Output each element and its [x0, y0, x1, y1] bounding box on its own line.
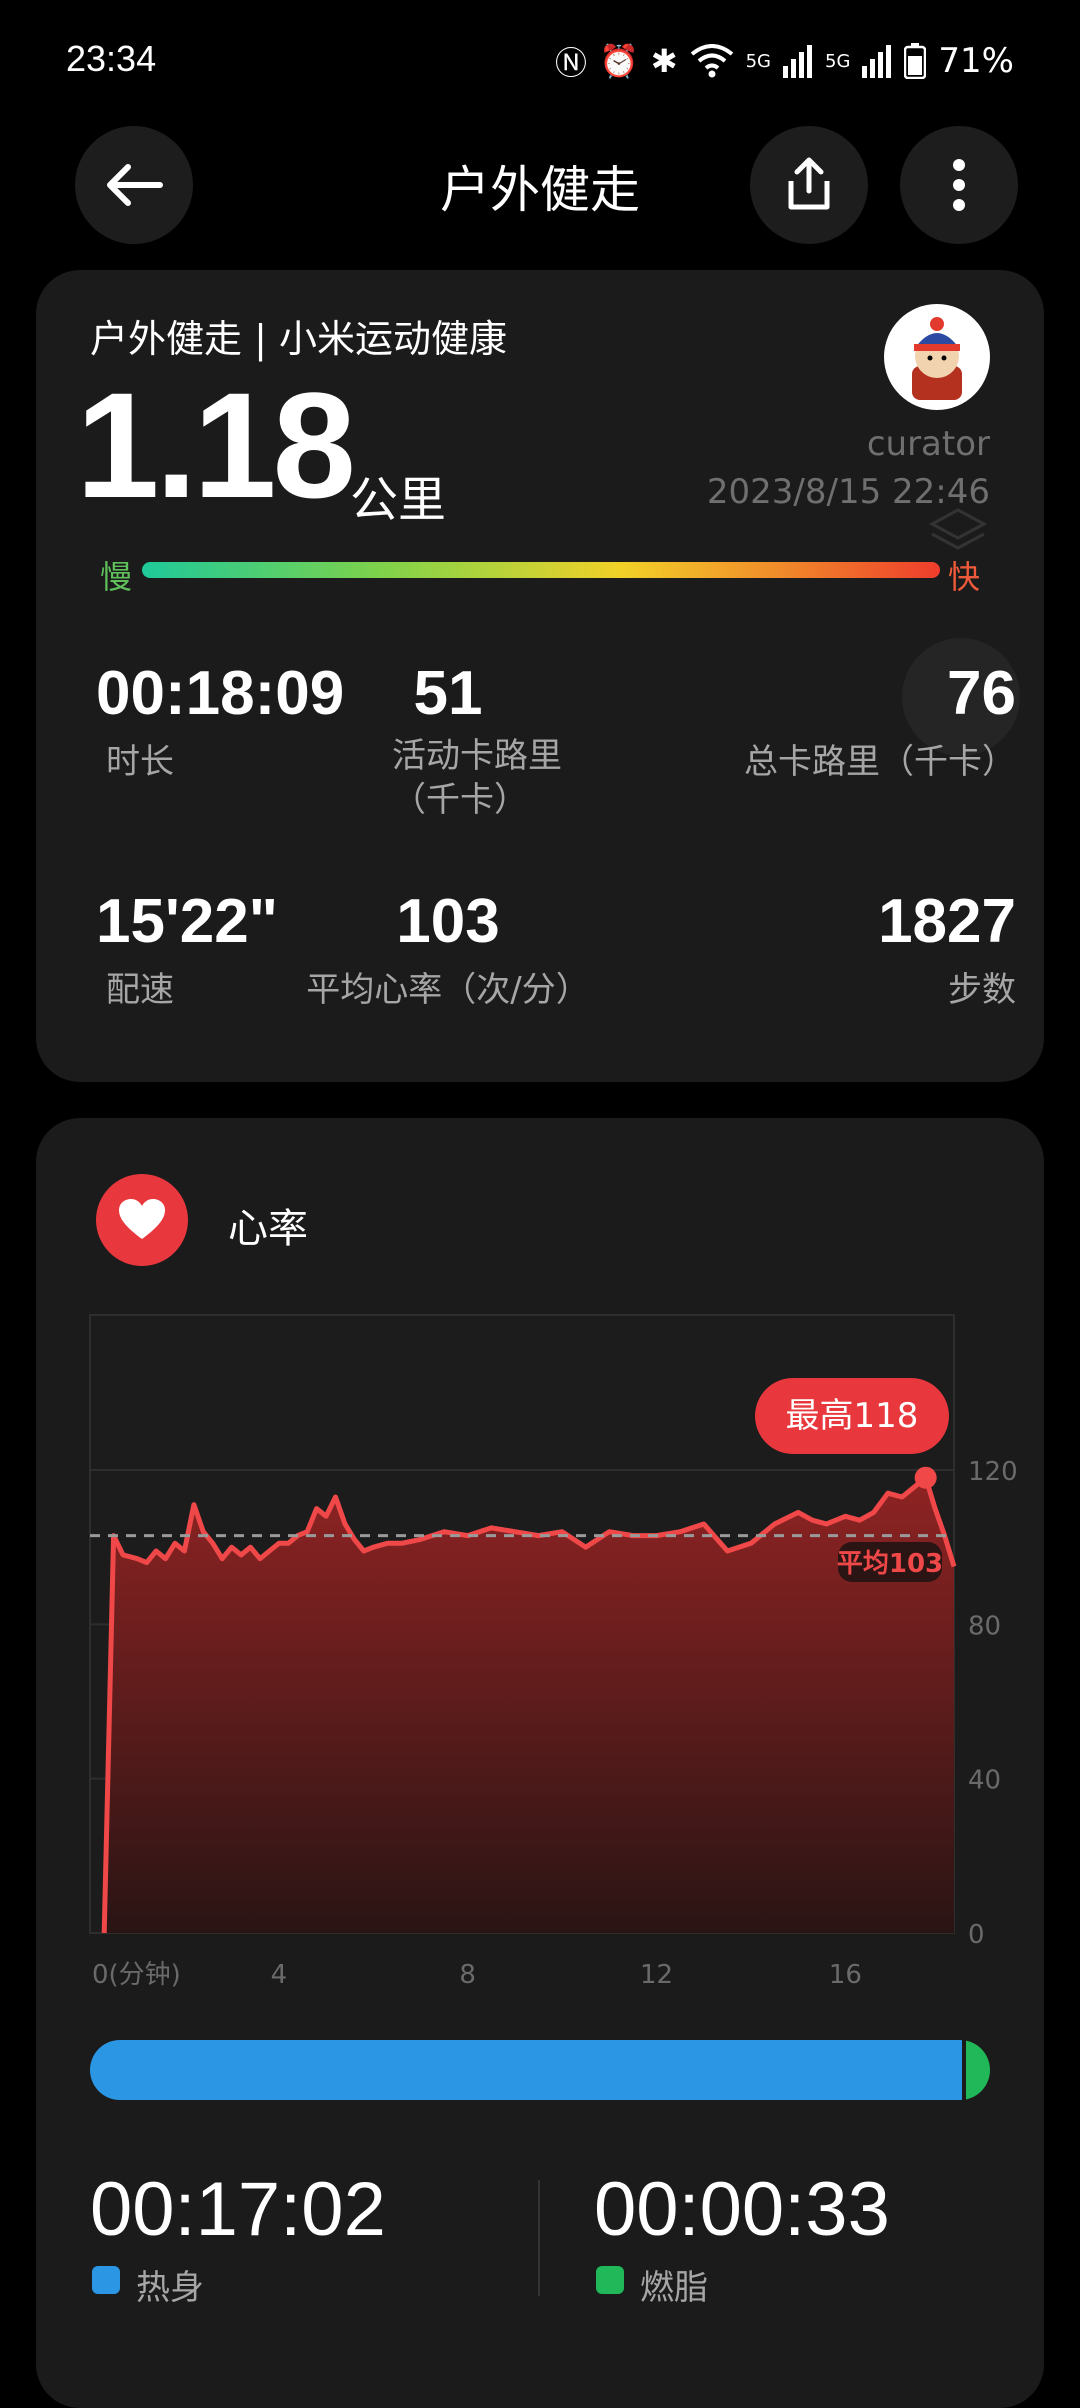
- distance-value: 1.18: [76, 361, 356, 529]
- stat-avg-hr-label: 平均心率（次/分）: [306, 970, 590, 1010]
- max-point: [914, 1466, 937, 1489]
- stat-active-cal-label: 活动卡路里（千卡）: [392, 736, 562, 820]
- heart-badge: [96, 1174, 188, 1266]
- stat-pace-label: 配速: [106, 970, 174, 1010]
- x-tick-label: 0(分钟): [92, 1960, 181, 1990]
- zone-fatburn-label: 燃脂: [640, 2268, 708, 2308]
- y-tick-label: 0: [968, 1920, 985, 1950]
- avg-label: 平均103: [837, 1549, 943, 1579]
- avg-badge: 平均103: [837, 1542, 943, 1582]
- x-tick-label: 12: [640, 1960, 673, 1990]
- heart-rate-title: 心率: [228, 1206, 308, 1252]
- share-icon: [788, 157, 830, 210]
- y-tick-label: 80: [968, 1611, 1001, 1641]
- status-icons: Ⓝ ⏰ ✱ 5G 5G 71%: [555, 38, 1014, 84]
- zone-fatburn-time: 00:00:33: [594, 2167, 890, 2252]
- stat-pace-value: 15'22": [96, 887, 279, 956]
- layers-icon: [928, 508, 988, 550]
- status-time: 23:34: [66, 38, 157, 79]
- zone-warmup-label: 热身: [136, 2268, 204, 2308]
- max-label: 最高118: [786, 1396, 919, 1436]
- wifi-icon: [690, 44, 733, 78]
- stat-avg-hr-value: 103: [396, 887, 500, 956]
- battery-level: 71%: [938, 41, 1014, 81]
- stat-active-cal-value: 51: [413, 659, 483, 728]
- more-options-button[interactable]: [900, 126, 1018, 244]
- network-label-1: 5G: [745, 50, 772, 72]
- network-label-2: 5G: [825, 50, 851, 72]
- zone-warmup-swatch: [92, 2266, 120, 2294]
- summary-card: 户外健走 | 小米运动健康 1.18 公里 curator 2023/8/15 …: [36, 270, 1044, 1082]
- alarm-icon: ⏰: [598, 42, 639, 80]
- stat-steps-label: 步数: [948, 970, 1016, 1010]
- stat-duration-label: 时长: [106, 742, 174, 782]
- zone-warmup-time: 00:17:02: [90, 2167, 386, 2252]
- zone-fatburn-swatch: [596, 2266, 624, 2294]
- pace-slow-label: 慢: [100, 558, 133, 596]
- max-badge: 最高118: [755, 1378, 949, 1454]
- zone-warmup-segment: [90, 2040, 962, 2100]
- distance-unit: 公里: [350, 472, 447, 528]
- battery-icon: [904, 43, 927, 79]
- heart-rate-chart[interactable]: 120 80 40 0 0(分钟) 4 8 12 16 最高118 平均103: [0, 1300, 1080, 2020]
- x-tick-label: 4: [271, 1960, 288, 1990]
- more-vertical-icon: [953, 159, 965, 211]
- zone-separator: [538, 2180, 540, 2296]
- pace-fast-label: 快: [948, 558, 981, 596]
- share-button[interactable]: [750, 126, 868, 244]
- heart-icon: [119, 1199, 165, 1239]
- y-tick-label: 120: [968, 1457, 1018, 1487]
- activity-source: 户外健走 | 小米运动健康: [90, 317, 507, 361]
- avatar[interactable]: [884, 304, 990, 410]
- status-bar: 23:34 Ⓝ ⏰ ✱ 5G 5G 71%: [0, 0, 1080, 120]
- x-tick-label: 16: [829, 1960, 862, 1990]
- stat-steps-value: 1827: [878, 887, 1016, 956]
- x-tick-label: 8: [459, 1960, 476, 1990]
- signal-icon: [783, 45, 813, 78]
- stat-total-cal-value: 76: [947, 659, 1016, 728]
- user-name: curator: [866, 424, 990, 464]
- avatar-image: [912, 317, 962, 400]
- stat-total-cal-label: 总卡路里（千卡）: [744, 742, 1016, 782]
- y-tick-label: 40: [968, 1766, 1001, 1796]
- pace-gradient-bar: [142, 562, 940, 578]
- heart-zone-bar[interactable]: [90, 2040, 990, 2100]
- bluetooth-icon: ✱: [650, 42, 678, 80]
- nfc-icon: Ⓝ: [554, 44, 587, 82]
- signal-icon-2: [862, 45, 892, 78]
